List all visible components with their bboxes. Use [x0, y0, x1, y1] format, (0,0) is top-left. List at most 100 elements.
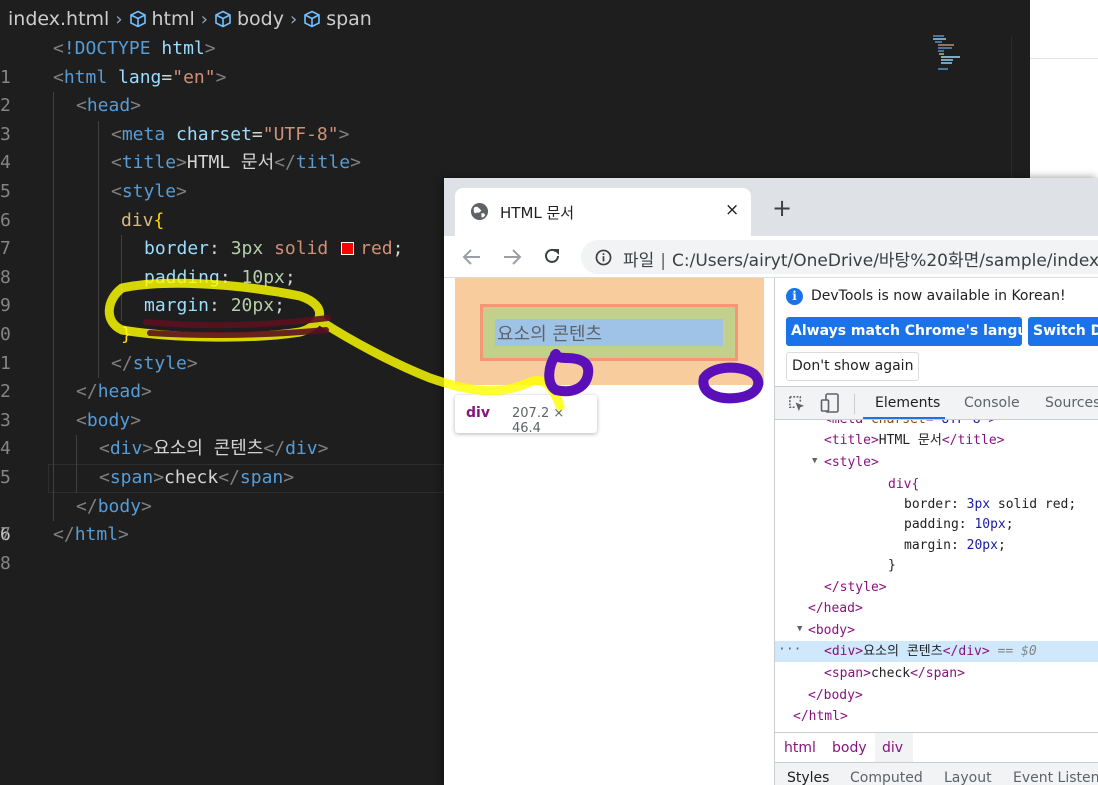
indent-guide — [121, 292, 122, 321]
chevron-right-icon: › — [115, 8, 123, 30]
code-line[interactable]: 3 <head> — [0, 92, 1030, 145]
address-bar[interactable]: 파일 | C:/Users/airyt/OneDrive/바탕%20화면/sampl… — [581, 240, 1098, 274]
tree-node[interactable]: <title>HTML 문서</title> — [824, 430, 1004, 451]
minimap[interactable] — [930, 34, 964, 72]
indent-guide — [53, 177, 54, 207]
subtab-event-listeners[interactable]: Event Listene — [1013, 770, 1098, 785]
dom-breadcrumbs: html body div — [775, 732, 1098, 762]
indent-guide — [98, 235, 99, 264]
subtab-layout[interactable]: Layout — [944, 770, 992, 785]
crumb-html[interactable]: html — [784, 740, 816, 756]
breadcrumb-item-html[interactable]: html — [152, 8, 195, 30]
indent-guide — [53, 149, 54, 178]
indent-guide — [76, 463, 77, 493]
inspect-tooltip: div 207.2 × 46.4 — [455, 395, 597, 436]
tree-text[interactable]: } — [888, 555, 896, 576]
div-content-text: 요소의 콘텐츠 — [497, 324, 603, 345]
code-text: padding: 10px; — [144, 266, 296, 288]
tab-elements[interactable]: Elements — [875, 395, 940, 411]
tab-strip: HTML 문서 × + — [444, 178, 1098, 236]
code-text: border: 3px solid red; — [144, 238, 404, 260]
expand-triangle-icon[interactable]: ▼ — [812, 456, 817, 466]
devtools-panel[interactable]: i DevTools is now available in Korean! A… — [774, 278, 1098, 785]
tree-node[interactable]: <body> — [808, 620, 855, 641]
tree-text[interactable]: margin: 20px; — [904, 535, 1006, 556]
tree-node-selected[interactable]: ··· <div>요소의 콘텐츠</div> == $0 — [775, 641, 1098, 662]
code-text: <span>check</span> — [99, 466, 295, 488]
globe-icon — [470, 202, 489, 221]
tab-sources[interactable]: Sources — [1045, 395, 1098, 411]
browser-window[interactable]: HTML 문서 × + 파일 | C:/Users/airyt/OneDrive/바… — [444, 178, 1098, 785]
tree-node[interactable]: </head> — [808, 598, 863, 619]
device-toolbar-icon[interactable] — [820, 392, 840, 414]
tree-node[interactable]: </style> — [824, 577, 887, 598]
more-options-icon[interactable]: ··· — [778, 639, 801, 660]
tree-node[interactable]: <meta charset="UTF-8"> — [824, 420, 996, 430]
code-line[interactable]: 5 <title>HTML 문서</title> — [0, 149, 1030, 202]
indent-guide — [53, 120, 54, 150]
tree-text[interactable]: div{ — [888, 474, 919, 495]
indent-guide — [53, 292, 54, 321]
indent-guide — [53, 406, 54, 436]
address-label: 파일 — [623, 251, 655, 271]
code-text: </head> — [76, 381, 152, 403]
code-text: margin: 20px; — [144, 295, 285, 317]
devtools-tabbar: Elements Console Sources — [775, 386, 1098, 420]
elements-tree[interactable]: <meta charset="UTF-8"> <title>HTML 문서</t… — [775, 420, 1098, 732]
indent-guide — [53, 206, 54, 236]
line-number: 8 — [0, 552, 11, 574]
forward-arrow-icon[interactable] — [502, 248, 522, 266]
code-text: } — [121, 323, 132, 345]
tree-text[interactable]: border: 3px solid red; — [904, 494, 1076, 515]
notice-message: DevTools is now available in Korean! — [811, 288, 1066, 304]
code-text: <style> — [111, 180, 187, 202]
crumb-body[interactable]: body — [832, 740, 867, 756]
tooltip-size: 207.2 × 46.4 — [512, 406, 565, 436]
info-circle-icon[interactable] — [595, 249, 612, 266]
page-viewport[interactable]: 요소의 콘텐츠 div 207.2 × 46.4 — [444, 278, 774, 785]
code-line[interactable]: 2 <html lang="en"> — [0, 64, 1030, 117]
dont-show-again-button[interactable]: Don't show again — [786, 352, 920, 381]
indent-guide — [76, 435, 77, 464]
color-swatch[interactable] — [341, 242, 355, 256]
switch-language-button[interactable]: Switch De — [1028, 317, 1098, 346]
code-line[interactable]: 4 <meta charset="UTF-8"> — [0, 120, 1030, 173]
indent-guide — [53, 235, 54, 264]
expand-triangle-icon[interactable]: ▼ — [797, 624, 802, 634]
indent-guide — [53, 92, 54, 121]
tree-node[interactable]: <span>check</span> — [824, 663, 965, 684]
close-tab-icon[interactable]: × — [725, 200, 739, 220]
code-text: </html> — [53, 524, 129, 546]
inspect-element-icon[interactable] — [787, 394, 806, 413]
always-match-language-button[interactable]: Always match Chrome's language — [786, 317, 1022, 346]
active-tab-indicator — [863, 417, 945, 419]
new-tab-button[interactable]: + — [772, 194, 792, 222]
subtab-computed[interactable]: Computed — [850, 770, 923, 785]
subtab-styles[interactable]: Styles — [787, 770, 829, 785]
address-text: 파일 | C:/Users/airyt/OneDrive/바탕%20화면/sampl… — [623, 246, 1098, 271]
indent-guide — [121, 235, 122, 264]
breadcrumb-item-body[interactable]: body — [237, 8, 284, 30]
code-text: <head> — [76, 95, 142, 117]
tree-node[interactable]: </html> — [793, 706, 848, 727]
toolbar-divider — [854, 394, 855, 414]
breadcrumb: index.html › html › body › span — [0, 0, 1030, 38]
indent-guide — [53, 320, 54, 350]
indent-guide — [53, 492, 54, 522]
reload-icon[interactable] — [542, 246, 562, 266]
indent-guide — [98, 177, 99, 207]
indent-guide — [53, 263, 54, 293]
language-notice: i DevTools is now available in Korean! A… — [775, 278, 1098, 386]
crumb-div[interactable]: div — [882, 740, 903, 756]
tree-node[interactable]: <style> — [824, 452, 879, 473]
indent-guide — [98, 206, 99, 236]
tree-node[interactable]: </body> — [808, 685, 863, 706]
breadcrumb-file[interactable]: index.html — [8, 8, 109, 30]
code-line[interactable]: 1 <!DOCTYPE html> — [0, 35, 1030, 88]
breadcrumb-item-span[interactable]: span — [326, 8, 372, 30]
tree-text[interactable]: padding: 10px; — [904, 514, 1014, 535]
back-arrow-icon[interactable] — [462, 248, 482, 266]
tab-console[interactable]: Console — [964, 395, 1020, 411]
browser-tab[interactable]: HTML 문서 × — [455, 188, 751, 236]
tooltip-tag: div — [466, 405, 490, 421]
